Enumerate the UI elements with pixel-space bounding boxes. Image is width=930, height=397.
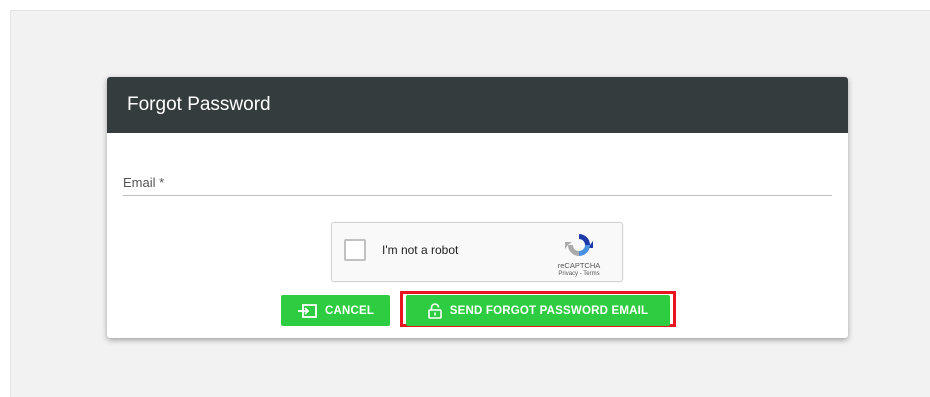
email-label: Email * — [123, 175, 165, 190]
unlock-icon — [427, 302, 442, 319]
recaptcha-logo: reCAPTCHA Privacy - Terms — [548, 231, 610, 277]
recaptcha-logo-icon — [565, 234, 593, 256]
page-title: Forgot Password — [127, 94, 271, 115]
forgot-password-card: Forgot Password Email * I'm not a robot … — [107, 77, 848, 338]
send-button-label: SEND FORGOT PASSWORD EMAIL — [449, 304, 649, 317]
send-forgot-password-email-button[interactable]: SEND FORGOT PASSWORD EMAIL — [406, 295, 670, 326]
send-button-highlight: SEND FORGOT PASSWORD EMAIL — [400, 291, 676, 327]
cancel-button[interactable]: CANCEL — [281, 295, 390, 326]
recaptcha-links[interactable]: Privacy - Terms — [548, 271, 610, 277]
recaptcha-label: I'm not a robot — [382, 243, 459, 257]
email-field[interactable]: Email * — [123, 171, 832, 196]
exit-icon — [297, 303, 317, 318]
recaptcha-checkbox[interactable] — [344, 239, 366, 261]
card-header: Forgot Password — [107, 77, 848, 133]
recaptcha-widget: I'm not a robot reCAPTCHA Privacy - Term… — [331, 222, 623, 282]
cancel-button-label: CANCEL — [324, 304, 375, 317]
recaptcha-brand: reCAPTCHA — [557, 261, 601, 270]
